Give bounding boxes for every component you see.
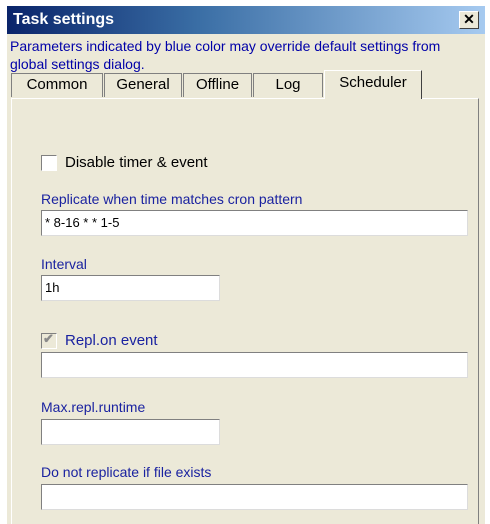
scheduler-panel: Disable timer & event Replicate when tim… [11, 98, 479, 524]
tab-strip: Common General Offline Log Scheduler [11, 70, 481, 100]
tab-scheduler[interactable]: Scheduler [324, 70, 422, 99]
cron-label: Replicate when time matches cron pattern [41, 191, 303, 207]
interval-field[interactable]: 1h [41, 275, 220, 301]
dialog-title: Task settings [13, 11, 115, 28]
disable-timer-label: Disable timer & event [65, 154, 208, 171]
disable-timer-checkbox[interactable] [41, 154, 57, 171]
repl-on-event-row: ✔ Repl.on event [41, 330, 158, 349]
not-if-file-field[interactable] [41, 484, 468, 510]
tab-general[interactable]: General [104, 73, 182, 97]
tab-common[interactable]: Common [11, 73, 103, 97]
tab-log[interactable]: Log [253, 73, 323, 97]
repl-on-event-label: Repl.on event [65, 332, 158, 349]
checkmark-icon: ✔ [43, 330, 54, 346]
close-button[interactable]: ✕ [459, 11, 479, 29]
close-icon: ✕ [463, 11, 475, 27]
interval-label: Interval [41, 256, 87, 272]
max-runtime-label: Max.repl.runtime [41, 399, 146, 415]
tab-offline[interactable]: Offline [183, 73, 252, 97]
repl-on-event-field[interactable] [41, 352, 468, 378]
max-runtime-field[interactable] [41, 419, 220, 445]
repl-on-event-checkbox: ✔ [41, 330, 57, 349]
disable-timer-row[interactable]: Disable timer & event [41, 154, 208, 171]
title-bar[interactable]: Task settings ✕ [7, 6, 485, 34]
info-text: Parameters indicated by blue color may o… [10, 38, 441, 72]
not-if-file-label: Do not replicate if file exists [41, 464, 212, 480]
cron-pattern-field[interactable]: * 8-16 * * 1-5 [41, 210, 468, 236]
task-settings-dialog: Task settings ✕ Parameters indicated by … [7, 6, 485, 524]
